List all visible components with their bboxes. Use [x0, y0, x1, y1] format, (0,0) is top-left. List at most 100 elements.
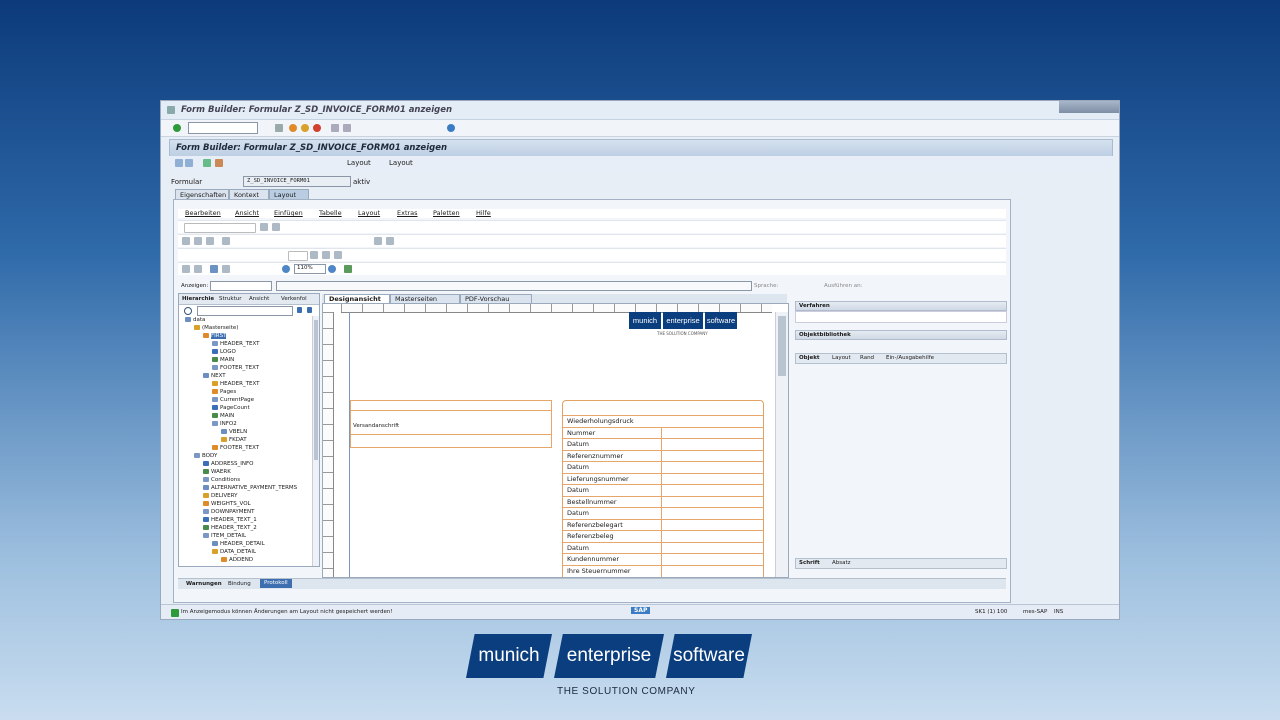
menu-einfuegen[interactable]: Einfügen	[274, 209, 303, 217]
tab-verkenfol[interactable]: Verkenfol	[281, 296, 307, 302]
menu-ansicht[interactable]: Ansicht	[235, 209, 259, 217]
text-underline-icon[interactable]	[334, 251, 342, 259]
undo-icon[interactable]	[182, 265, 190, 273]
tree-item[interactable]: BODY	[194, 453, 217, 460]
canvas-scrollbar[interactable]	[775, 312, 788, 577]
script-field[interactable]	[276, 281, 752, 291]
tab-bindung[interactable]: Bindung	[228, 581, 251, 587]
tree-item[interactable]: VBELN	[221, 429, 247, 436]
zoom-in-icon[interactable]	[282, 265, 290, 273]
zoom-out-icon[interactable]	[328, 265, 336, 273]
menu-tabelle[interactable]: Tabelle	[319, 209, 342, 217]
tree-item[interactable]: INFO2	[212, 421, 237, 428]
ungroup-icon[interactable]	[386, 237, 394, 245]
tree-item[interactable]: NEXT	[203, 373, 226, 380]
search-icon[interactable]	[184, 307, 192, 315]
tree-item[interactable]: PageCount	[212, 405, 250, 412]
tab-schrift[interactable]: Schrift	[799, 560, 820, 566]
activate-icon[interactable]	[215, 159, 223, 167]
tab-hierarchie[interactable]: Hierarchie	[182, 296, 214, 302]
tab-struktur[interactable]: Struktur	[219, 296, 241, 302]
tree-item[interactable]: MAIN	[212, 357, 234, 364]
tree-item[interactable]: Conditions	[203, 477, 240, 484]
tree-item[interactable]: DOWNPAYMENT	[203, 509, 254, 516]
tree-item[interactable]: ALTERNATIVE_PAYMENT_TERMS	[203, 485, 297, 492]
layout-button-1[interactable]: Layout	[347, 159, 371, 167]
tree-item[interactable]: DELIVERY	[203, 493, 237, 500]
form-table-row[interactable]: Ihre Steuernummer	[563, 564, 763, 577]
menu-icon[interactable]	[167, 106, 175, 114]
design-canvas[interactable]: munich enterprise software THE SOLUTION …	[322, 303, 789, 578]
tree-item[interactable]: FIRST	[203, 333, 227, 340]
tree-item[interactable]: data	[185, 317, 205, 324]
anzeigen-select[interactable]	[210, 281, 272, 291]
tree-item[interactable]: FOOTER_TEXT	[212, 365, 259, 372]
forward-arrow-icon[interactable]	[185, 159, 193, 167]
tab-warnungen[interactable]: Warnungen	[186, 581, 222, 587]
save-icon[interactable]	[275, 124, 283, 132]
tab-objekt[interactable]: Objekt	[799, 355, 820, 361]
tree-item[interactable]: CurrentPage	[212, 397, 254, 404]
header-data-table[interactable]: Wiederholungsdruck Nummer Datum Referenznum…	[562, 400, 764, 577]
bold-icon[interactable]	[260, 223, 268, 231]
cancel-icon[interactable]	[313, 124, 321, 132]
status-system[interactable]: SK1 (1) 100	[975, 609, 1007, 615]
menu-paletten[interactable]: Paletten	[433, 209, 460, 217]
help-icon[interactable]	[447, 124, 455, 132]
align-center-icon[interactable]	[194, 237, 202, 245]
print-icon[interactable]	[331, 124, 339, 132]
menu-layout[interactable]: Layout	[358, 209, 380, 217]
window-controls[interactable]	[1059, 101, 1119, 113]
preview-icon[interactable]	[344, 265, 352, 273]
tree-item[interactable]: ITEM_DETAIL	[203, 533, 246, 540]
group-icon[interactable]	[374, 237, 382, 245]
tab-ansicht[interactable]: Ansicht	[249, 296, 269, 302]
align-right-icon[interactable]	[206, 237, 214, 245]
verfahren-body[interactable]	[795, 311, 1007, 323]
font-select-icon[interactable]	[184, 223, 256, 233]
tree-scrollbar[interactable]	[312, 316, 319, 566]
menu-hilfe[interactable]: Hilfe	[476, 209, 491, 217]
menu-bearbeiten[interactable]: Bearbeiten	[185, 209, 221, 217]
arrow-up-icon[interactable]	[297, 307, 302, 313]
tree-item[interactable]: HEADER_TEXT_1	[203, 517, 257, 524]
tab-ein-ausgabehilfe[interactable]: Ein-/Ausgabehilfe	[886, 355, 934, 361]
redo-icon[interactable]	[194, 265, 202, 273]
snap-icon[interactable]	[222, 265, 230, 273]
tree-search-input[interactable]	[197, 306, 293, 316]
enter-icon[interactable]	[173, 124, 181, 132]
tree-item[interactable]: MAIN	[212, 413, 234, 420]
check-icon[interactable]	[203, 159, 211, 167]
form-name-field[interactable]: Z_SD_INVOICE_FORM01	[243, 176, 351, 187]
tab-obj-layout[interactable]: Layout	[832, 355, 851, 361]
exit-icon[interactable]	[301, 124, 309, 132]
back-arrow-icon[interactable]	[175, 159, 183, 167]
tree-item[interactable]: WAERK	[203, 469, 231, 476]
arrow-down-icon[interactable]	[307, 307, 312, 313]
tree-item[interactable]: HEADER_TEXT_2	[203, 525, 257, 532]
menu-extras[interactable]: Extras	[397, 209, 418, 217]
find-icon[interactable]	[343, 124, 351, 132]
command-field[interactable]	[188, 122, 258, 134]
tree-item[interactable]: FKDAT	[221, 437, 247, 444]
tree-item[interactable]: HEADER_DETAIL	[212, 541, 265, 548]
back-icon[interactable]	[289, 124, 297, 132]
tab-rand[interactable]: Rand	[860, 355, 874, 361]
address-box[interactable]: Versandanschrift	[350, 400, 552, 448]
tree-item[interactable]: HEADER_TEXT	[212, 381, 260, 388]
tree-item[interactable]: Pages	[212, 389, 236, 396]
distribute-icon[interactable]	[222, 237, 230, 245]
size-select-icon[interactable]	[288, 251, 308, 261]
align-left-icon[interactable]	[182, 237, 190, 245]
text-bold-icon[interactable]	[310, 251, 318, 259]
layout-button-2[interactable]: Layout	[389, 159, 413, 167]
tree-item[interactable]: HEADER_TEXT	[212, 341, 260, 348]
tree-item[interactable]: (Masterseite)	[194, 325, 238, 332]
text-italic-icon[interactable]	[322, 251, 330, 259]
zoom-select[interactable]: 110%	[294, 264, 326, 274]
tab-absatz[interactable]: Absatz	[832, 560, 851, 566]
tree-item[interactable]: ADDEND	[221, 557, 253, 564]
tree-item[interactable]: LOGO	[212, 349, 236, 356]
tree-item[interactable]: FOOTER_TEXT	[212, 445, 259, 452]
tree-item[interactable]: WEIGHTS_VOL	[203, 501, 251, 508]
